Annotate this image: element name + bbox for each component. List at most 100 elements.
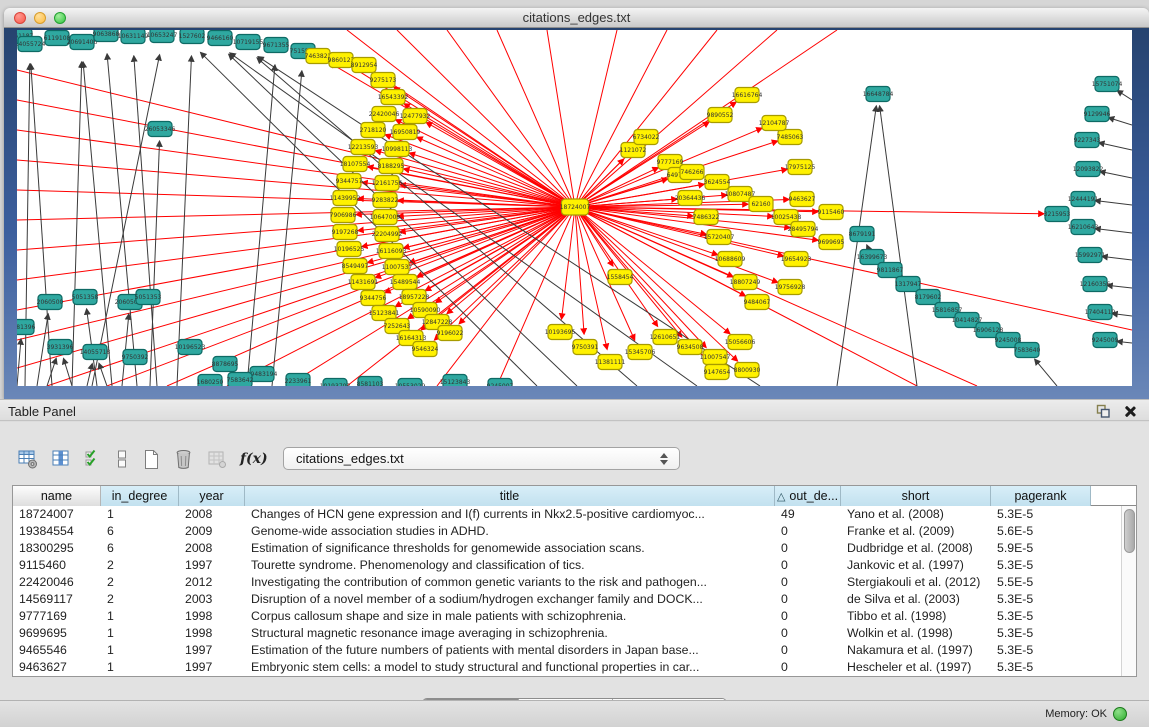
graph-node[interactable]: 17404119 — [1085, 305, 1116, 320]
graph-node[interactable]: 10196523 — [175, 340, 206, 355]
graph-node[interactable]: 62160 — [749, 197, 773, 212]
graph-node[interactable]: 10653247 — [147, 30, 178, 43]
graph-node[interactable]: 9129946 — [1084, 107, 1111, 122]
select-mode-icon[interactable] — [84, 449, 102, 469]
graph-node[interactable]: 7486322 — [693, 210, 720, 225]
graph-node[interactable]: 12104787 — [759, 116, 790, 131]
graph-node[interactable]: 3931396 — [47, 340, 74, 355]
graph-node[interactable]: 3215953 — [1044, 207, 1071, 222]
graph-node[interactable]: 7906986 — [330, 208, 357, 223]
graph-node[interactable]: 15123843 — [440, 375, 471, 387]
graph-node[interactable]: 12477932 — [400, 109, 431, 124]
graph-node[interactable]: 15345706 — [625, 345, 656, 360]
column-header-short[interactable]: short — [841, 486, 991, 506]
graph-hub-node[interactable]: 18724007 — [560, 199, 591, 215]
graph-node[interactable]: 9484067 — [744, 295, 771, 310]
graph-node[interactable]: 9546324 — [412, 342, 439, 357]
graph-node[interactable]: 5051358 — [72, 290, 99, 305]
table-row[interactable]: 1872400712008Changes of HCN gene express… — [13, 506, 1136, 523]
graph-node[interactable]: 10553029 — [395, 379, 426, 387]
graph-node[interactable]: 8679191 — [849, 227, 876, 242]
graph-node[interactable]: 17975125 — [785, 160, 816, 175]
table-row[interactable]: 1456911722003Disruption of a novel membe… — [13, 591, 1136, 608]
table-row[interactable]: 977716911998Corpus callosum shape and si… — [13, 608, 1136, 625]
graph-node[interactable]: 9699695 — [818, 235, 845, 250]
graph-node[interactable]: 6734022 — [633, 130, 660, 145]
graph-node[interactable]: 5051353 — [135, 290, 162, 305]
graph-node[interactable]: 16116093 — [376, 244, 407, 259]
graph-node[interactable]: 11439952 — [330, 191, 361, 206]
graph-node[interactable]: 16543392 — [378, 90, 409, 105]
graph-node[interactable]: 7583642 — [227, 373, 254, 387]
graph-node[interactable]: 9115460 — [818, 205, 845, 220]
graph-node[interactable]: 2233961 — [285, 374, 312, 387]
graph-node[interactable]: 18807249 — [730, 275, 761, 290]
table-row[interactable]: 2242004622012Investigating the contribut… — [13, 574, 1136, 591]
graph-node[interactable]: 9811867 — [877, 263, 904, 278]
graph-node[interactable]: 16616764 — [732, 88, 763, 103]
memory-ok-indicator[interactable] — [1113, 707, 1127, 721]
graph-node[interactable]: 15992971 — [1075, 248, 1106, 263]
graph-node[interactable]: 26053346 — [145, 122, 176, 137]
table-row[interactable]: 1938455462009Genome-wide association stu… — [13, 523, 1136, 540]
table-row[interactable]: 946554611997Estimation of the future num… — [13, 642, 1136, 659]
graph-node[interactable]: 7583640 — [1014, 343, 1041, 358]
graph-node[interactable]: 10998113 — [382, 142, 413, 157]
graph-node[interactable]: 16210643 — [1068, 220, 1099, 235]
graph-node[interactable]: 7485063 — [777, 130, 804, 145]
graph-node[interactable]: 1680250 — [197, 375, 224, 387]
network-canvas-svg[interactable]: 1872400719611871405572461191082069140690… — [17, 30, 1132, 386]
graph-node[interactable]: 11007547 — [700, 350, 731, 365]
graph-node[interactable]: 9750391 — [572, 340, 599, 355]
graph-node[interactable]: 12213593 — [348, 140, 379, 155]
table-row[interactable]: 911546021997Tourette syndrome. Phenomeno… — [13, 557, 1136, 574]
scrollbar-thumb[interactable] — [1124, 509, 1135, 553]
graph-node[interactable]: 12444191 — [1068, 192, 1099, 207]
graph-node[interactable]: 9275173 — [370, 73, 397, 88]
new-document-icon[interactable] — [142, 449, 160, 470]
graph-node[interactable]: 9890552 — [707, 108, 734, 123]
graph-node[interactable]: 9671355 — [263, 38, 290, 53]
graph-node[interactable]: 15751074 — [1092, 77, 1123, 92]
delete-trash-icon[interactable] — [173, 448, 194, 470]
graph-node[interactable]: 11431691 — [348, 275, 379, 290]
table-row[interactable]: 1830029562008Estimation of significance … — [13, 540, 1136, 557]
graph-node[interactable]: 8878695 — [212, 357, 239, 372]
graph-node[interactable]: 16950819 — [390, 125, 421, 140]
graph-node[interactable]: 10196525 — [334, 242, 365, 257]
table-settings-icon[interactable] — [18, 449, 38, 469]
function-builder-icon[interactable]: f(x) — [240, 451, 268, 467]
graph-node[interactable]: 14055718 — [80, 345, 111, 360]
row-height-icon[interactable] — [115, 449, 129, 469]
graph-node[interactable]: 9227343 — [1074, 133, 1101, 148]
graph-node[interactable]: 8912954 — [351, 58, 378, 73]
graph-node[interactable]: 15056606 — [725, 335, 756, 350]
graph-node[interactable]: 8188295 — [378, 159, 405, 174]
graph-node[interactable]: 9283822 — [372, 193, 399, 208]
graph-node[interactable]: 9245007 — [487, 379, 514, 387]
graph-node[interactable]: 12161756 — [372, 176, 403, 191]
table-row[interactable]: 946362711997Embryonic stem cells: a mode… — [13, 659, 1136, 676]
graph-node[interactable]: 12160356 — [1080, 277, 1111, 292]
graph-node[interactable]: 9245009 — [1092, 333, 1119, 348]
graph-node[interactable]: 2718120 — [360, 123, 387, 138]
graph-node[interactable]: 8800930 — [734, 363, 761, 378]
network-table-select[interactable]: citations_edges.txt — [283, 447, 680, 470]
graph-node[interactable]: 28495794 — [788, 222, 819, 237]
graph-node[interactable]: 12093822 — [1073, 162, 1104, 177]
column-header-in_degree[interactable]: in_degree — [101, 486, 179, 506]
graph-node[interactable]: 20364436 — [675, 191, 706, 206]
graph-node[interactable]: 1527602 — [179, 30, 206, 44]
graph-node[interactable]: 9463627 — [789, 192, 816, 207]
graph-node[interactable]: 9466160 — [207, 31, 234, 46]
graph-node[interactable]: 11007537 — [382, 260, 413, 275]
graph-node[interactable]: 9147654 — [704, 365, 731, 380]
graph-node[interactable]: 10719155 — [233, 35, 264, 50]
table-row[interactable]: 969969511998Structural magnetic resonanc… — [13, 625, 1136, 642]
graph-node[interactable]: 10688609 — [715, 252, 746, 267]
network-canvas[interactable]: 1872400719611871405572461191082069140690… — [17, 30, 1132, 386]
column-header-out_de[interactable]: △out_de... — [775, 486, 841, 506]
graph-node[interactable]: 22420046 — [369, 107, 400, 122]
graph-node[interactable]: 18107554 — [340, 157, 371, 172]
graph-node[interactable]: 9344756 — [360, 291, 387, 306]
